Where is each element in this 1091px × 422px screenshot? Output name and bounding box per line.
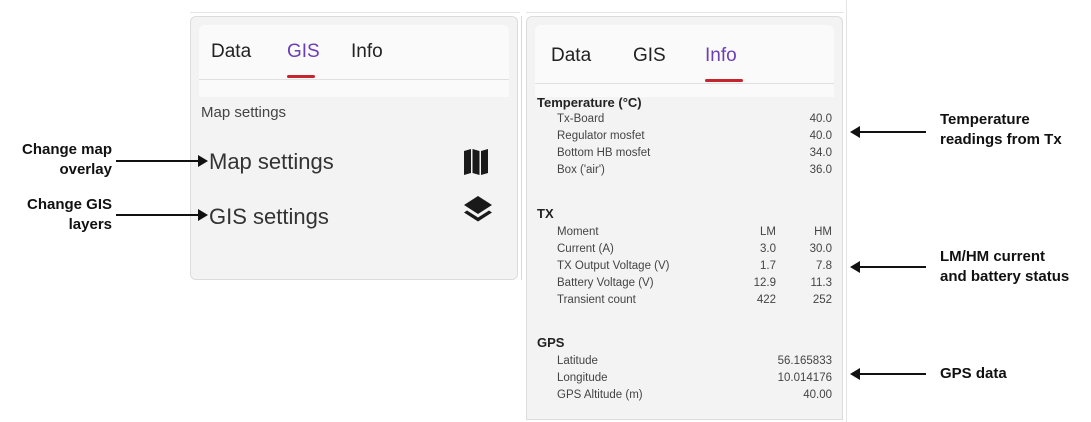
annotation-gps-data: GPS data: [940, 364, 1090, 384]
row-label: Longitude: [557, 372, 608, 384]
row-label: Transient count: [557, 294, 636, 306]
row-value: 36.0: [809, 164, 832, 176]
gis-panel: Data GIS Info Map settings Map settings …: [190, 16, 518, 280]
arrow-right: [116, 209, 208, 221]
tab-separator: [535, 83, 834, 84]
row-value: 40.00: [803, 389, 832, 401]
tab-info[interactable]: Info: [705, 45, 737, 67]
row-label: Regulator mosfet: [557, 130, 645, 142]
tab-gis[interactable]: GIS: [287, 41, 320, 63]
frame-line: [190, 12, 520, 13]
tab-separator: [199, 79, 509, 80]
lm-value: 3.0: [760, 243, 776, 255]
row-label: Battery Voltage (V): [557, 277, 654, 289]
info-row: Tx-Board 40.0: [557, 113, 832, 129]
row-label: Box ('air'): [557, 164, 605, 176]
row-label: Tx-Board: [557, 113, 605, 125]
arrow-left: [850, 261, 926, 273]
info-row: Longitude 10.014176: [557, 372, 832, 388]
gis-settings-button[interactable]: GIS settings: [209, 204, 329, 230]
map-settings-button[interactable]: Map settings: [209, 149, 334, 175]
hm-value: 11.3: [810, 277, 832, 289]
info-row: Moment LM HM: [557, 226, 832, 242]
layers-icon[interactable]: [463, 195, 493, 229]
row-label: Moment: [557, 226, 599, 238]
arrow-left: [850, 126, 926, 138]
row-value: 56.165833: [777, 355, 832, 367]
annotation-line: LM/HM current: [940, 248, 1045, 265]
frame-line: [526, 12, 844, 13]
info-row: TX Output Voltage (V) 1.7 7.8: [557, 260, 832, 276]
annotation-line: layers: [68, 216, 112, 233]
info-row: Latitude 56.165833: [557, 355, 832, 371]
annotation-line: Temperature: [940, 111, 1030, 128]
info-row: GPS Altitude (m) 40.00: [557, 389, 832, 405]
annotation-line: and battery status: [940, 268, 1070, 285]
active-tab-indicator: [287, 75, 315, 78]
row-label: Latitude: [557, 355, 598, 367]
lm-value: 1.7: [760, 260, 776, 272]
tab-data[interactable]: Data: [551, 45, 591, 67]
row-value: 10.014176: [777, 372, 832, 384]
annotation-line: GPS data: [940, 365, 1007, 382]
annotation-change-gis-layers: Change GIS layers: [12, 195, 112, 235]
row-label: Bottom HB mosfet: [557, 147, 651, 159]
annotation-line: readings from Tx: [940, 131, 1062, 148]
active-tab-indicator: [705, 79, 743, 82]
row-label: GPS Altitude (m): [557, 389, 643, 401]
info-row: Bottom HB mosfet 34.0: [557, 147, 832, 163]
row-value: 40.0: [809, 130, 832, 142]
arrow-right: [116, 155, 208, 167]
annotation-line: Change GIS: [26, 196, 112, 213]
hm-value: 30.0: [809, 243, 832, 255]
panel-border: [846, 0, 847, 422]
panel-divider: [521, 16, 522, 280]
hm-header: HM: [814, 226, 832, 238]
annotation-change-map-overlay: Change map overlay: [12, 140, 112, 180]
row-label: Current (A): [557, 243, 614, 255]
lm-value: 12.9: [753, 277, 776, 289]
annotation-line: overlay: [59, 161, 112, 178]
tab-gis[interactable]: GIS: [633, 45, 666, 67]
section-title: Map settings: [201, 104, 287, 121]
info-row: Current (A) 3.0 30.0: [557, 243, 832, 259]
annotation-lm-hm-current: LM/HM current and battery status: [940, 247, 1090, 287]
info-panel: Data GIS Info Temperature (°C) Tx-Board …: [526, 16, 843, 420]
info-row: Battery Voltage (V) 12.9 11.3: [557, 277, 832, 293]
info-row: Transient count 422 252: [557, 294, 832, 310]
tx-heading: TX: [537, 206, 554, 221]
lm-value: 422: [756, 294, 776, 306]
row-label: TX Output Voltage (V): [557, 260, 670, 272]
temperature-heading: Temperature (°C): [537, 95, 642, 110]
row-value: 34.0: [809, 147, 832, 159]
row-value: 40.0: [809, 113, 832, 125]
info-row: Box ('air') 36.0: [557, 164, 832, 180]
hm-value: 252: [812, 294, 832, 306]
annotation-line: Change map: [21, 141, 112, 158]
annotation-temperature-readings: Temperature readings from Tx: [940, 110, 1090, 150]
lm-header: LM: [760, 226, 776, 238]
gps-heading: GPS: [537, 335, 565, 350]
hm-value: 7.8: [816, 260, 832, 272]
tab-data[interactable]: Data: [211, 41, 251, 63]
info-row: Regulator mosfet 40.0: [557, 130, 832, 146]
arrow-left: [850, 368, 926, 380]
tab-info[interactable]: Info: [351, 41, 383, 63]
map-icon[interactable]: [463, 148, 489, 176]
